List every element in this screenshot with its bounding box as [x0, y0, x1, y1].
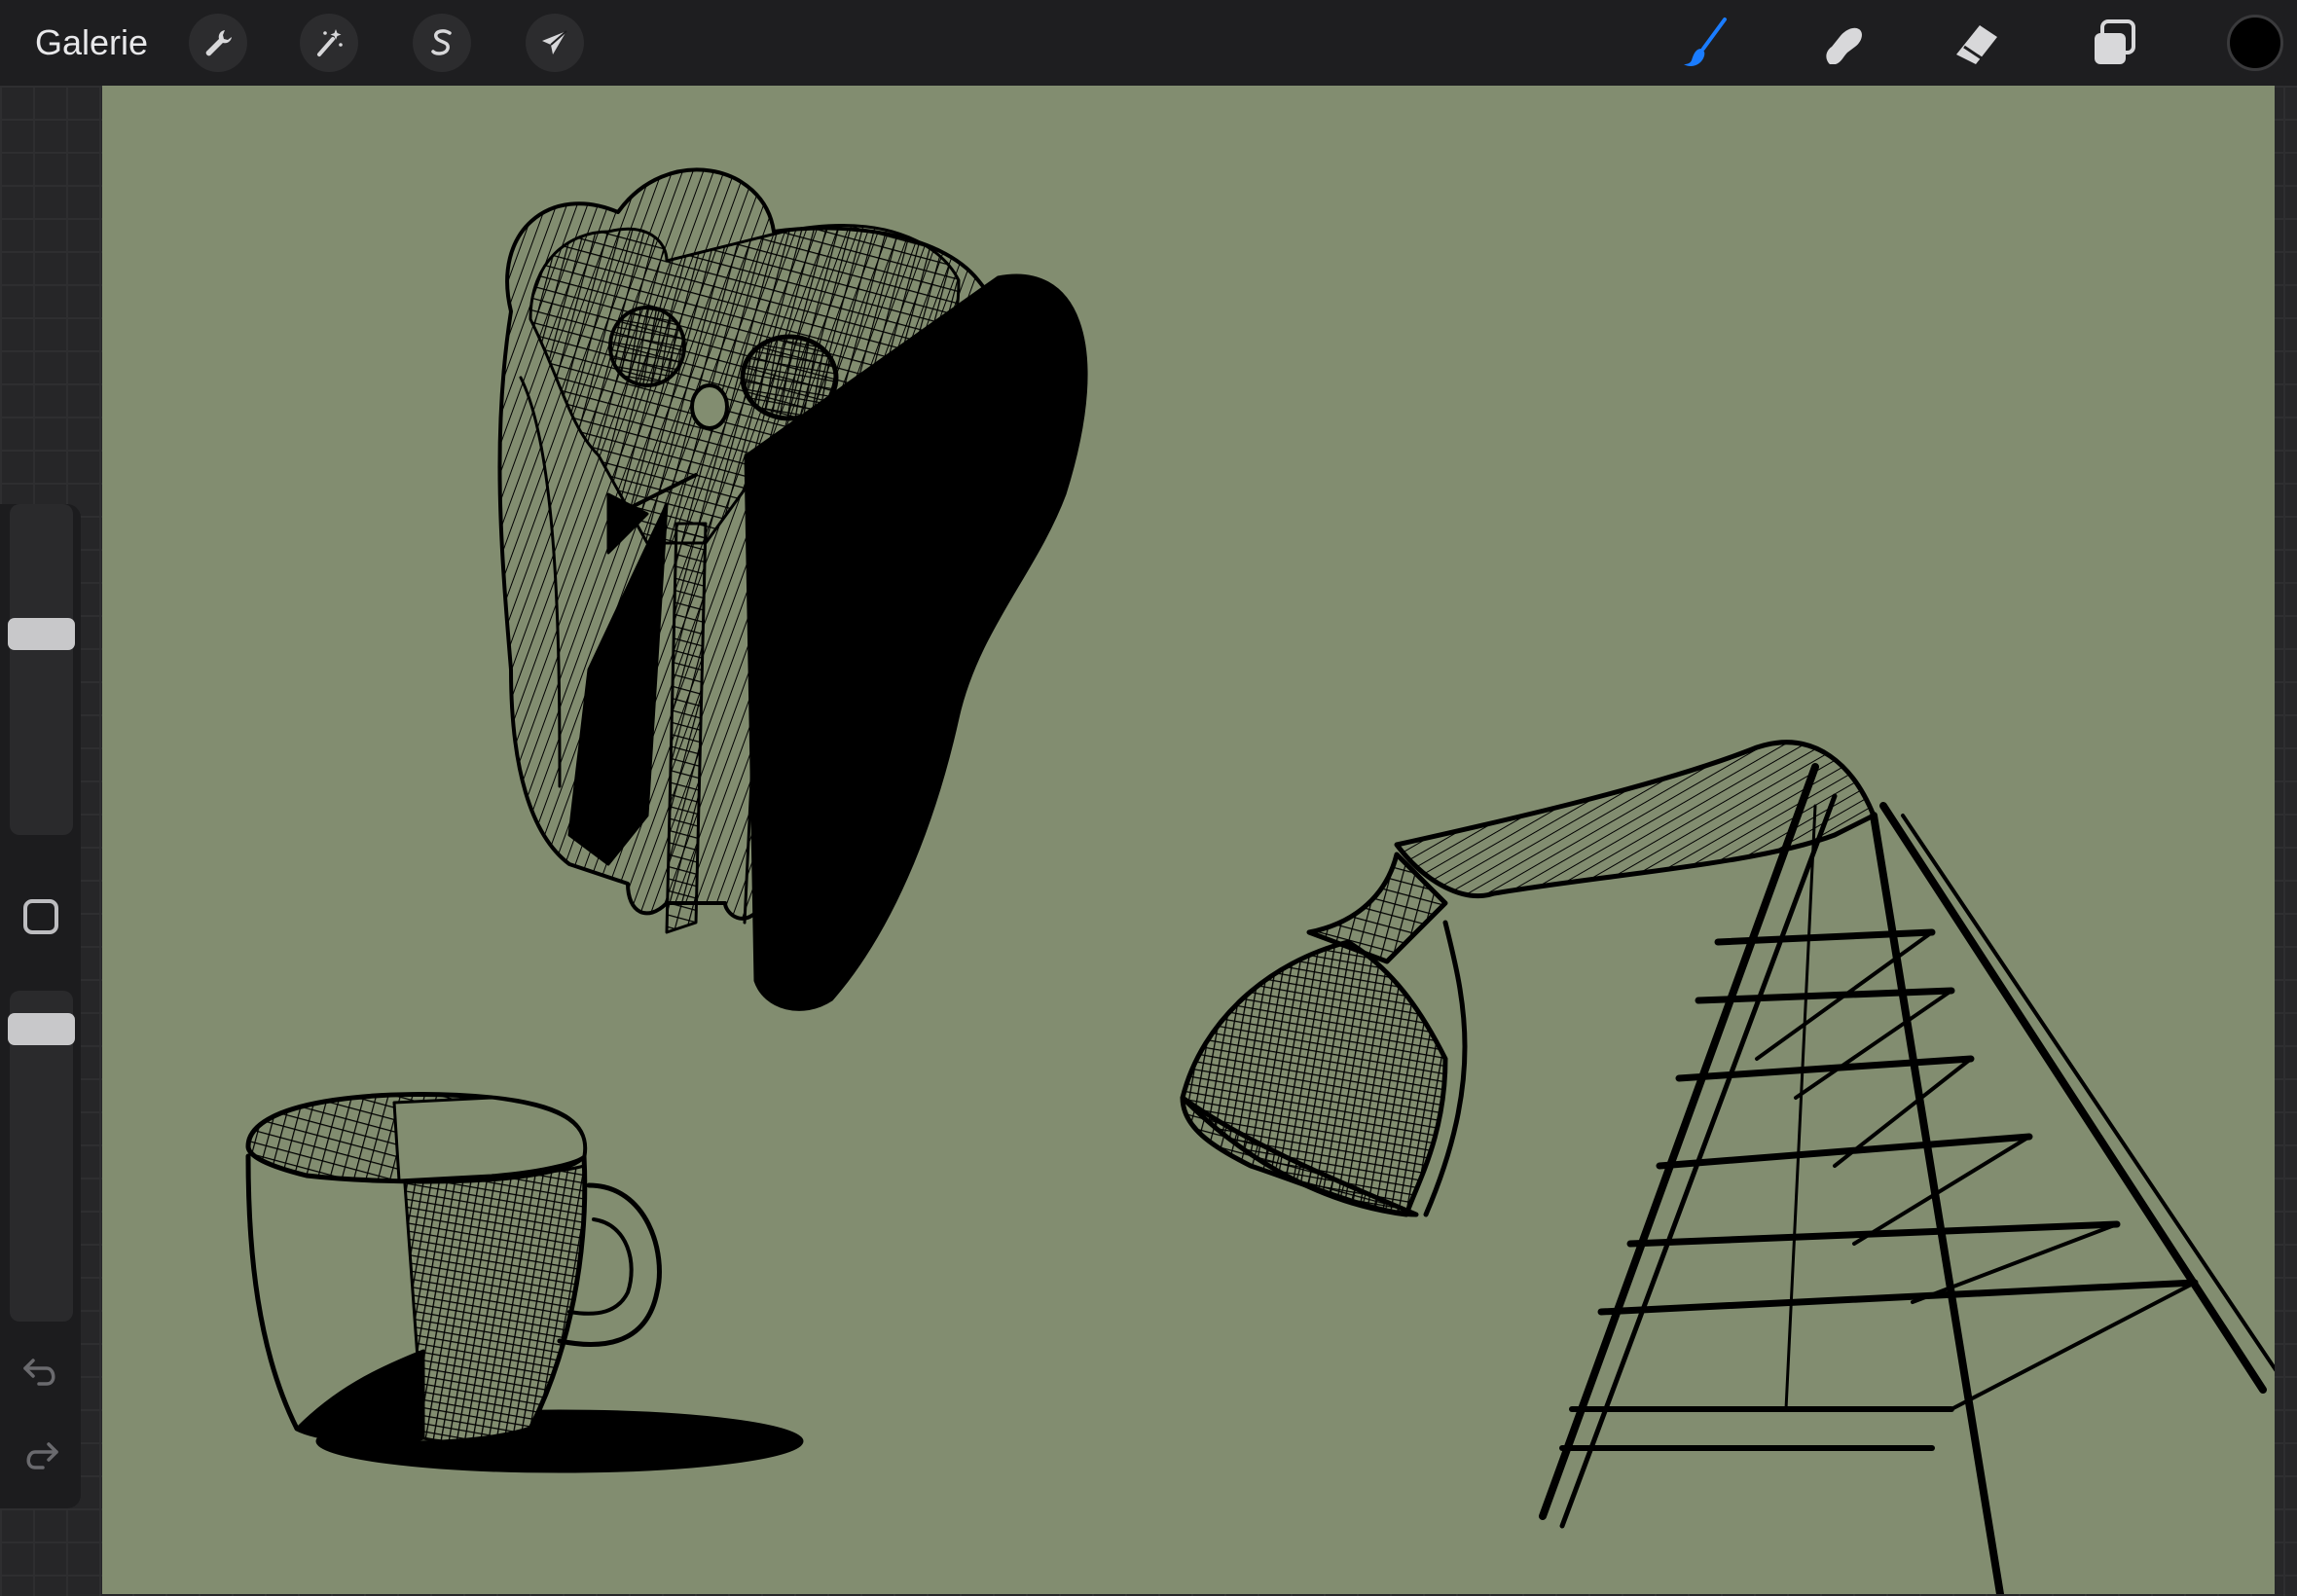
layers-tool-button[interactable] — [2085, 14, 2143, 72]
selection-s-icon — [431, 29, 452, 55]
arrow-cursor-icon — [542, 30, 567, 54]
cup-sketch — [245, 1092, 804, 1473]
brush-icon — [1684, 18, 1727, 66]
actions-button[interactable] — [189, 14, 247, 72]
redo-icon[interactable] — [19, 1434, 62, 1477]
top-toolbar: Galerie — [0, 0, 2297, 87]
opacity-slider[interactable] — [8, 991, 75, 1322]
modify-button[interactable] — [23, 899, 58, 934]
gallery-button[interactable]: Galerie — [35, 19, 148, 66]
side-toolbar — [0, 504, 81, 1508]
selection-button[interactable] — [413, 14, 471, 72]
smudge-tool-button[interactable] — [1812, 14, 1871, 72]
eraser-tool-button[interactable] — [1949, 14, 2007, 72]
smudge-icon — [1826, 27, 1862, 64]
brush-size-slider[interactable] — [8, 504, 75, 835]
eraser-icon — [1956, 25, 1997, 64]
wrench-icon — [205, 30, 232, 56]
helmet-sketch — [497, 167, 1088, 1011]
drawing-canvas[interactable] — [102, 86, 2275, 1594]
brush-size-thumb[interactable] — [8, 618, 75, 650]
artwork — [245, 167, 2275, 1594]
adjustments-button[interactable] — [300, 14, 358, 72]
layers-icon — [2095, 19, 2135, 64]
lamp-on-ladder-sketch — [1180, 740, 2275, 1594]
brush-tool-button[interactable] — [1676, 14, 1734, 72]
undo-icon[interactable] — [19, 1351, 62, 1394]
magic-wand-icon — [317, 29, 343, 56]
opacity-thumb[interactable] — [8, 1013, 75, 1045]
color-picker-button[interactable] — [2227, 15, 2283, 71]
transform-button[interactable] — [526, 14, 584, 72]
